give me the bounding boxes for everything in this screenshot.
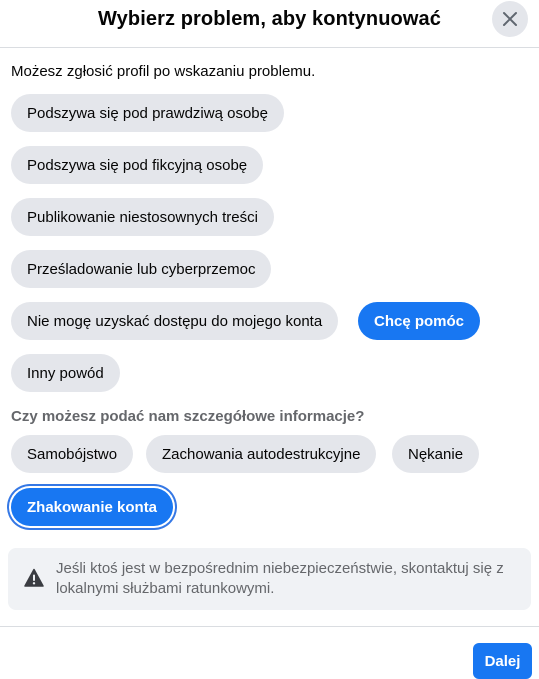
problem-option-want-help[interactable]: Chcę pomóc [358, 302, 481, 340]
warning-icon [24, 568, 44, 587]
problem-option-harassment[interactable]: Prześladowanie lub cyberprzemoc [11, 250, 272, 288]
dialog-header: Wybierz problem, aby kontynuować [0, 0, 539, 47]
dialog-title: Wybierz problem, aby kontynuować [98, 8, 441, 30]
intro-text: Możesz zgłosić profil po wskazaniu probl… [11, 63, 316, 80]
footer-divider [0, 626, 539, 627]
detail-option-hacked-account[interactable]: Zhakowanie konta [11, 488, 174, 526]
detail-option-self-harm[interactable]: Zachowania autodestrukcyjne [146, 435, 377, 473]
emergency-notice: Jeśli ktoś jest w bezpośrednim niebezpie… [8, 548, 531, 610]
problem-option-fictional-person[interactable]: Podszywa się pod fikcyjną osobę [11, 146, 264, 184]
notice-text: Jeśli ktoś jest w bezpośrednim niebezpie… [56, 560, 504, 597]
problem-option-real-person[interactable]: Podszywa się pod prawdziwą osobę [11, 94, 284, 132]
header-divider [0, 47, 539, 48]
problem-option-account-access[interactable]: Nie mogę uzyskać dostępu do mojego konta [11, 302, 339, 340]
close-icon [503, 12, 517, 26]
next-button[interactable]: Dalej [473, 643, 532, 679]
close-button[interactable] [492, 1, 528, 37]
detail-option-harassment[interactable]: Nękanie [392, 435, 480, 473]
problem-option-other[interactable]: Inny powód [11, 354, 120, 392]
problem-option-inappropriate-content[interactable]: Publikowanie niestosownych treści [11, 198, 274, 236]
detail-option-suicide[interactable]: Samobójstwo [11, 435, 134, 473]
details-prompt: Czy możesz podać nam szczegółowe informa… [11, 408, 365, 425]
